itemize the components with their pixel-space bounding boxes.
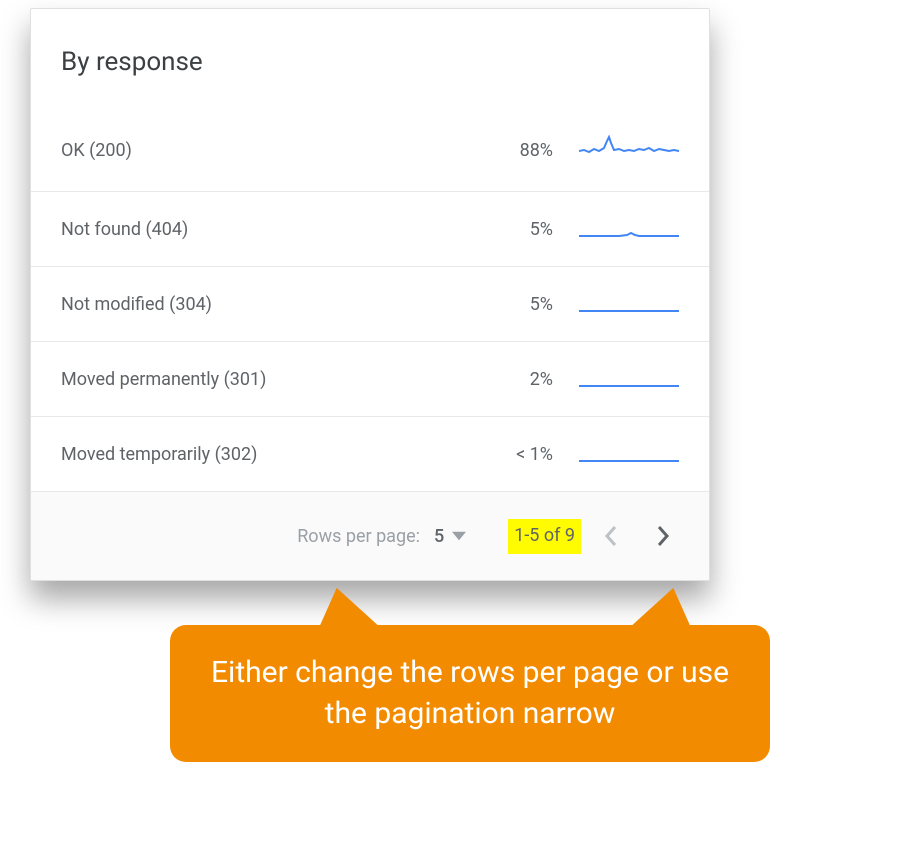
table-row[interactable]: Moved temporarily (302) < 1%	[31, 416, 709, 491]
sparkline	[579, 439, 679, 469]
response-card: By response OK (200) 88% Not found (404)…	[30, 8, 710, 581]
sparkline	[579, 364, 679, 394]
row-label: OK (200)	[61, 140, 473, 161]
pagination-range: 1-5 of 9	[508, 519, 581, 554]
annotation-callout: Either change the rows per page or use t…	[170, 625, 770, 762]
rows-per-page-label: Rows per page:	[297, 526, 420, 547]
row-label: Moved temporarily (302)	[61, 444, 473, 465]
table-row[interactable]: Not modified (304) 5%	[31, 266, 709, 341]
sparkline	[579, 135, 679, 165]
sparkline	[579, 214, 679, 244]
row-value: 2%	[473, 369, 553, 390]
row-label: Moved permanently (301)	[61, 369, 473, 390]
row-value: 5%	[473, 294, 553, 315]
table-row[interactable]: Moved permanently (301) 2%	[31, 341, 709, 416]
table-row[interactable]: OK (200) 88%	[31, 105, 709, 191]
pagination-bar: Rows per page: 5 1-5 of 9	[31, 491, 709, 580]
table-row[interactable]: Not found (404) 5%	[31, 191, 709, 266]
chevron-right-icon	[656, 525, 670, 547]
card-header: By response	[31, 9, 709, 105]
response-table: OK (200) 88% Not found (404) 5% Not modi…	[31, 105, 709, 491]
next-page-button[interactable]	[641, 514, 685, 558]
row-label: Not modified (304)	[61, 294, 473, 315]
sparkline	[579, 289, 679, 319]
rows-per-page-value[interactable]: 5	[434, 526, 444, 547]
card-title: By response	[61, 47, 679, 77]
callout-text: Either change the rows per page or use t…	[211, 655, 729, 731]
dropdown-icon[interactable]	[452, 529, 466, 543]
callout-arrow-icon	[307, 582, 383, 639]
prev-page-button[interactable]	[589, 514, 633, 558]
row-label: Not found (404)	[61, 219, 473, 240]
row-value: < 1%	[473, 444, 553, 465]
callout-arrow-icon	[627, 582, 703, 639]
row-value: 88%	[473, 140, 553, 161]
chevron-left-icon	[604, 525, 618, 547]
row-value: 5%	[473, 219, 553, 240]
